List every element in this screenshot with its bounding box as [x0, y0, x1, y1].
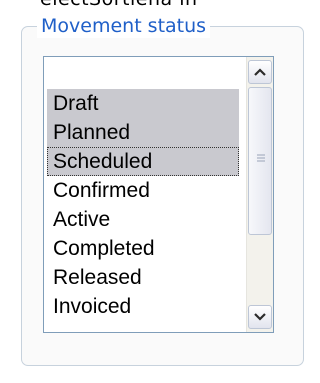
movement-status-listbox[interactable]: Draft Planned Scheduled Confirmed Active… — [43, 56, 274, 333]
list-item-scheduled[interactable]: Scheduled — [47, 147, 239, 176]
listbox-items: Draft Planned Scheduled Confirmed Active… — [44, 57, 244, 332]
scroll-thumb[interactable] — [248, 87, 272, 235]
scroll-down-button[interactable] — [248, 305, 272, 329]
top-partial-text-row: electSortlena in — [0, 0, 311, 10]
scroll-grip-icon — [257, 154, 265, 162]
top-partial-text: electSortlena in — [40, 0, 198, 10]
list-item-completed[interactable]: Completed — [47, 234, 239, 263]
list-item-released[interactable]: Released — [47, 263, 239, 292]
scroll-up-button[interactable] — [248, 60, 272, 84]
list-item-invoiced[interactable]: Invoiced — [47, 292, 239, 321]
list-item-blank[interactable] — [47, 60, 239, 89]
scroll-up-arrow-icon — [254, 68, 266, 76]
list-item-confirmed[interactable]: Confirmed — [47, 176, 239, 205]
list-item-planned[interactable]: Planned — [47, 118, 239, 147]
list-item-draft[interactable]: Draft — [47, 89, 239, 118]
list-item-active[interactable]: Active — [47, 205, 239, 234]
movement-status-legend: Movement status — [37, 14, 211, 38]
listbox-scrollbar[interactable] — [246, 57, 273, 332]
scroll-down-arrow-icon — [254, 313, 266, 321]
